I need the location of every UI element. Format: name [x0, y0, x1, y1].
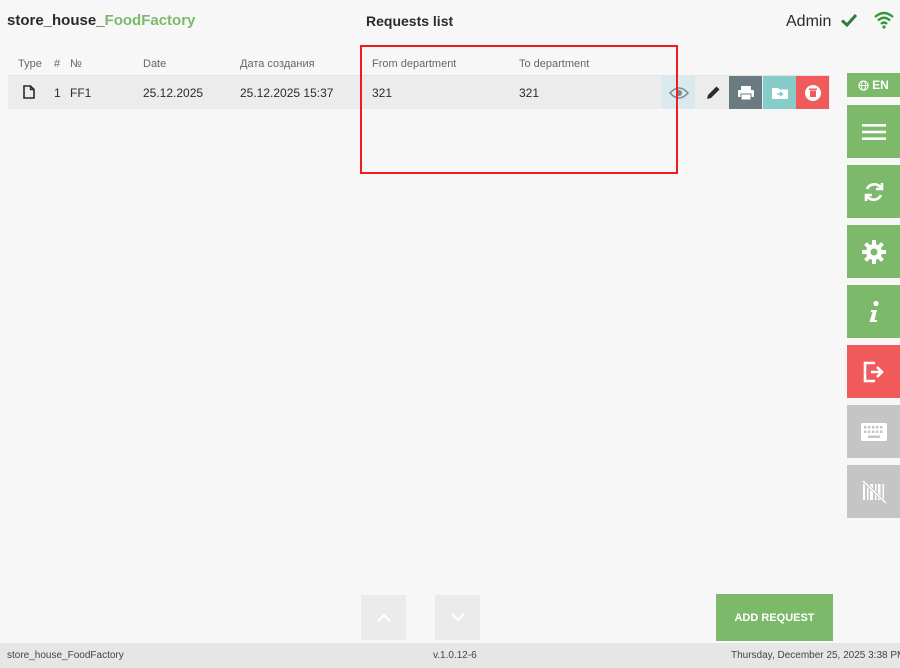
header: store_house_FoodFactory Requests list Ad… [0, 0, 900, 44]
wifi-icon [874, 11, 894, 29]
barcode-button[interactable] [847, 465, 900, 518]
sync-button[interactable] [847, 165, 900, 218]
language-button[interactable]: EN [847, 73, 900, 97]
app-title-prefix: store_house_ [7, 12, 105, 29]
footer-app-name: store_house_FoodFactory [7, 650, 124, 661]
row-date: 25.12.2025 [143, 86, 204, 100]
footer-version: v.1.0.12-6 [433, 650, 477, 661]
keyboard-icon [860, 422, 887, 441]
edit-icon [706, 86, 719, 99]
folder-move-button[interactable] [763, 76, 796, 109]
row-created: 25.12.2025 15:37 [240, 86, 334, 100]
chevron-down-icon [450, 613, 465, 622]
check-icon [840, 13, 858, 28]
delete-button[interactable] [796, 76, 829, 109]
settings-button[interactable] [847, 225, 900, 278]
folder-move-icon [771, 87, 788, 99]
page-title: Requests list [366, 13, 454, 29]
view-icon [668, 86, 689, 99]
add-request-button[interactable]: ADD REQUEST [716, 594, 833, 641]
footer: store_house_FoodFactory v.1.0.12-6 Thurs… [0, 643, 900, 668]
app-title: store_house_FoodFactory [7, 12, 195, 29]
row-from-department: 321 [372, 86, 393, 100]
col-date[interactable]: Date [143, 58, 166, 70]
requests-table: Type # № Date Дата создания From departm… [8, 52, 830, 109]
col-from-department[interactable]: From department [372, 58, 456, 70]
logout-button[interactable] [847, 345, 900, 398]
print-icon [737, 85, 754, 100]
scroll-down-button[interactable] [435, 595, 480, 640]
col-no[interactable]: № [70, 58, 82, 70]
delete-icon [804, 84, 821, 101]
table-row[interactable]: 1 FF1 25.12.2025 25.12.2025 15:37 321 32… [8, 76, 830, 109]
edit-button[interactable] [696, 76, 729, 109]
table-header: Type # № Date Дата создания From departm… [8, 52, 830, 76]
row-no: FF1 [70, 86, 92, 100]
print-button[interactable] [729, 76, 762, 109]
settings-icon [861, 239, 886, 264]
menu-button[interactable] [847, 105, 900, 158]
col-to-department[interactable]: To department [519, 58, 589, 70]
keyboard-button[interactable] [847, 405, 900, 458]
logout-icon [863, 361, 884, 382]
footer-datetime: Thursday, December 25, 2025 3:38 PM [731, 650, 900, 661]
row-num: 1 [54, 86, 61, 100]
scroll-up-button[interactable] [361, 595, 406, 640]
info-icon [869, 300, 879, 322]
col-type[interactable]: Type [18, 58, 42, 70]
col-created[interactable]: Дата создания [240, 58, 315, 70]
view-button[interactable] [662, 76, 695, 109]
globe-icon [858, 79, 869, 91]
row-to-department: 321 [519, 86, 540, 100]
document-icon [23, 85, 35, 99]
app-title-accent: FoodFactory [104, 12, 196, 29]
barcode-off-icon [861, 479, 887, 504]
user-name[interactable]: Admin [786, 13, 831, 31]
sync-icon [864, 182, 883, 201]
menu-icon [861, 123, 886, 140]
language-label: EN [872, 78, 889, 92]
chevron-up-icon [376, 613, 391, 622]
col-num[interactable]: # [54, 58, 60, 70]
info-button[interactable] [847, 285, 900, 338]
